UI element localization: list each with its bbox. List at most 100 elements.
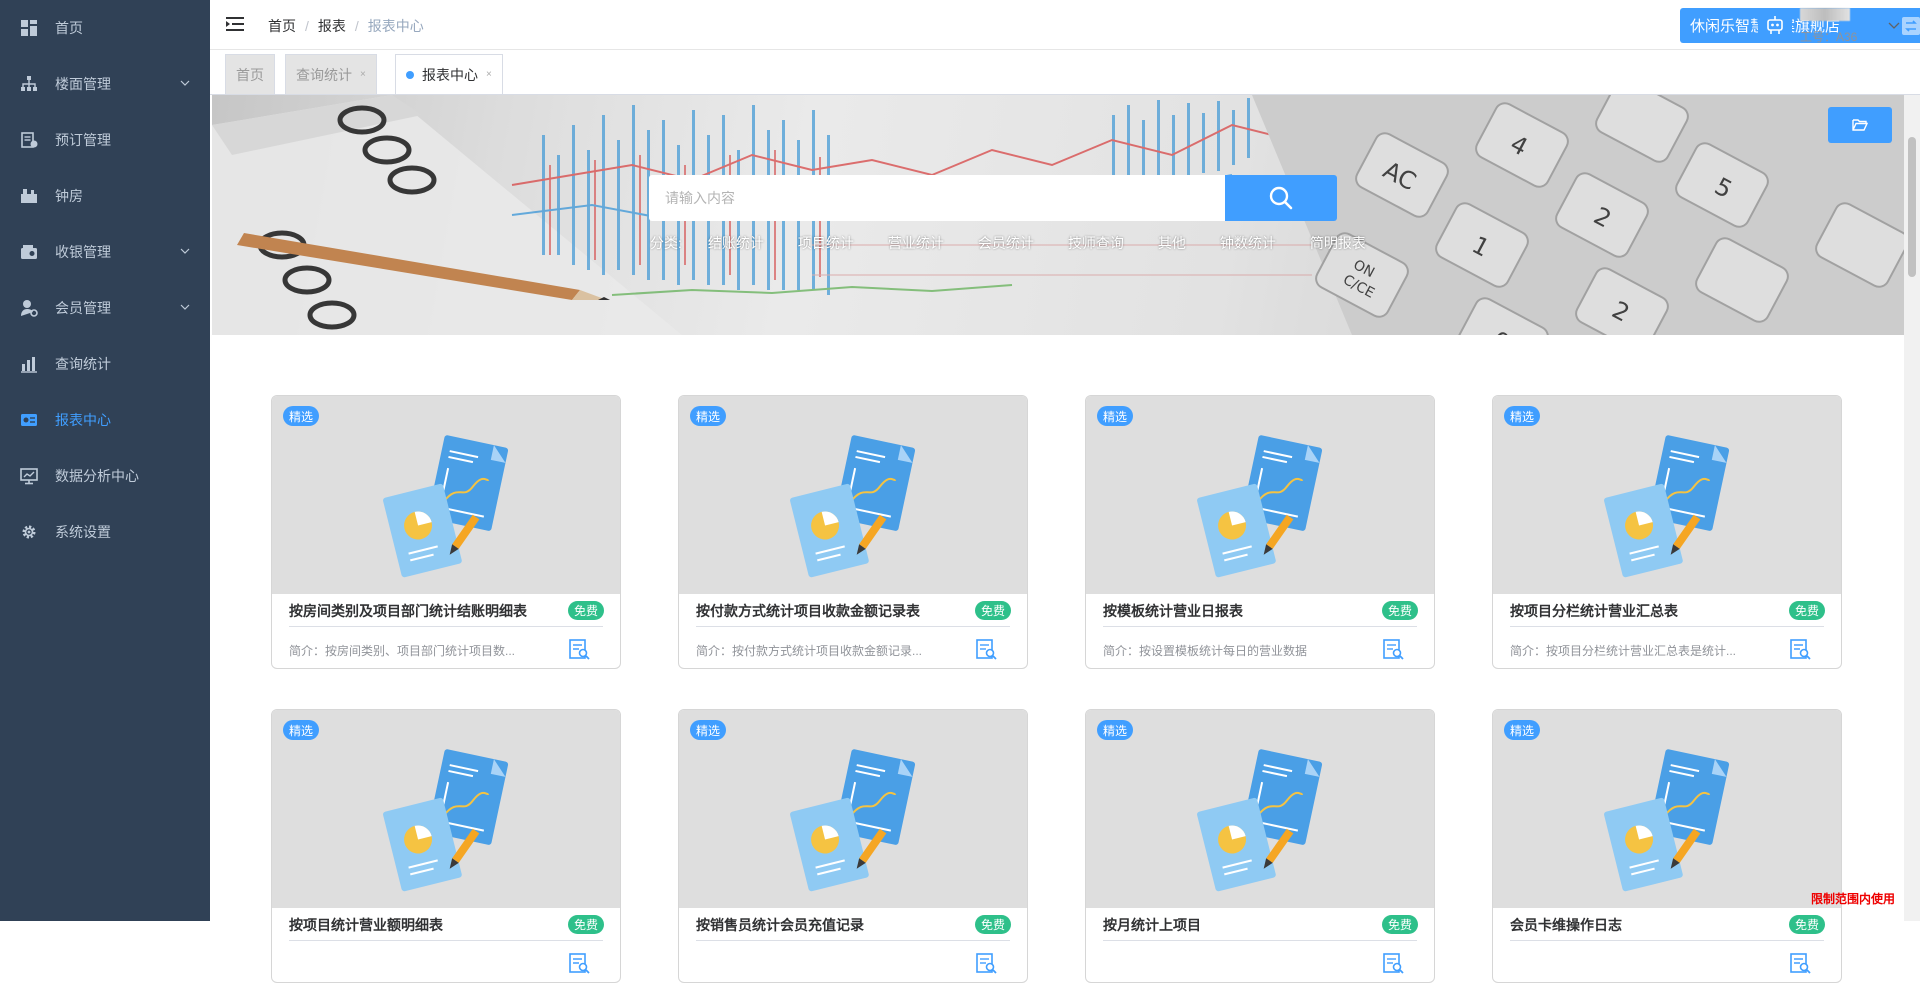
breadcrumb-item[interactable]: 首页 bbox=[268, 16, 296, 36]
category-label: 分类: bbox=[650, 235, 682, 251]
sidebar-item-label: 楼面管理 bbox=[55, 76, 111, 92]
report-illustration-icon bbox=[383, 435, 509, 578]
folder-button[interactable] bbox=[1828, 107, 1892, 143]
sidebar-item-3[interactable]: 钟房 bbox=[0, 168, 210, 224]
dashboard-icon bbox=[20, 19, 38, 37]
view-report-icon[interactable] bbox=[1382, 638, 1404, 660]
report-card[interactable]: 精选 按项目分栏统计营业汇总表 免费 简介：按项目分栏统计营业汇总表是统计... bbox=[1492, 395, 1842, 669]
category-item[interactable]: 营业统计 bbox=[888, 233, 944, 253]
close-icon[interactable]: × bbox=[360, 69, 366, 80]
close-icon[interactable]: × bbox=[486, 69, 492, 80]
stats-icon bbox=[20, 355, 38, 373]
top-navbar: 首页 / 报表 / 报表中心 休闲乐智慧方案旗舰店 工号：A36 bbox=[210, 0, 1920, 50]
report-card[interactable]: 精选 按销售员统计会员充值记录 免费 bbox=[678, 709, 1028, 983]
chevron-down-icon bbox=[1888, 22, 1900, 29]
category-item[interactable]: 技师查询 bbox=[1068, 233, 1124, 253]
free-badge: 免费 bbox=[1381, 915, 1418, 934]
featured-badge: 精选 bbox=[1097, 720, 1134, 740]
card-illustration bbox=[1194, 430, 1324, 585]
tab-label: 报表中心 bbox=[422, 66, 478, 83]
tab-label: 查询统计 bbox=[296, 66, 352, 83]
sidebar-item-8[interactable]: 数据分析中心 bbox=[0, 448, 210, 504]
sidebar-item-9[interactable]: 系统设置 bbox=[0, 504, 210, 560]
report-illustration-icon bbox=[383, 749, 509, 892]
view-report-icon[interactable] bbox=[975, 952, 997, 974]
booking-icon bbox=[20, 131, 38, 149]
card-description: 简介：按付款方式统计项目收款金额记录... bbox=[696, 644, 923, 658]
report-card[interactable]: 精选 会员卡维操作日志 免费 bbox=[1492, 709, 1842, 983]
category-item[interactable]: 会员统计 bbox=[978, 233, 1034, 253]
category-item[interactable]: 结账统计 bbox=[708, 233, 764, 253]
free-badge: 免费 bbox=[1381, 601, 1418, 620]
view-report-icon[interactable] bbox=[568, 952, 590, 974]
hamburger-icon[interactable] bbox=[226, 16, 244, 32]
category-item[interactable]: 其他 bbox=[1158, 233, 1186, 253]
category-item[interactable]: 简明报表 bbox=[1310, 233, 1366, 253]
view-report-icon[interactable] bbox=[1789, 638, 1811, 660]
sidebar-item-2[interactable]: 预订管理 bbox=[0, 112, 210, 168]
card-title: 按房间类别及项目部门统计结账明细表 bbox=[289, 603, 527, 619]
report-icon bbox=[20, 411, 38, 429]
free-badge: 免费 bbox=[567, 915, 604, 934]
cashier-icon bbox=[20, 243, 38, 261]
search-button[interactable] bbox=[1225, 175, 1337, 221]
report-card[interactable]: 精选 按项目统计营业额明细表 免费 bbox=[271, 709, 621, 983]
card-title: 按模板统计营业日报表 bbox=[1103, 603, 1243, 619]
featured-badge: 精选 bbox=[1504, 406, 1541, 426]
category-item[interactable]: 钟数统计 bbox=[1220, 233, 1276, 253]
breadcrumb: 首页 / 报表 / 报表中心 bbox=[268, 16, 424, 36]
view-report-icon[interactable] bbox=[568, 638, 590, 660]
sidebar-item-0[interactable]: 首页 bbox=[0, 0, 210, 56]
card-illustration bbox=[1194, 744, 1324, 899]
user-menu[interactable]: 工号：A36 bbox=[1758, 6, 1918, 46]
sitemap-icon bbox=[20, 75, 38, 93]
breadcrumb-item[interactable]: 报表 bbox=[318, 16, 346, 36]
scrollbar-thumb[interactable] bbox=[1908, 137, 1916, 277]
breadcrumb-separator: / bbox=[305, 18, 309, 34]
report-card[interactable]: 精选 按房间类别及项目部门统计结账明细表 免费 简介：按房间类别、项目部门统计项目数.… bbox=[271, 395, 621, 669]
view-report-icon[interactable] bbox=[1382, 952, 1404, 974]
sidebar-item-6[interactable]: 查询统计 bbox=[0, 336, 210, 392]
divider bbox=[1103, 940, 1417, 941]
breadcrumb-separator: / bbox=[354, 18, 359, 34]
card-title: 会员卡维操作日志 bbox=[1510, 917, 1622, 933]
divider bbox=[696, 940, 1010, 941]
search-input[interactable]: 请输入内容 bbox=[649, 175, 1225, 221]
chevron-down-icon bbox=[180, 80, 190, 86]
featured-badge: 精选 bbox=[690, 720, 727, 740]
featured-badge: 精选 bbox=[1504, 720, 1541, 740]
page-scrollbar[interactable] bbox=[1904, 95, 1920, 921]
sidebar-item-label: 查询统计 bbox=[55, 356, 111, 372]
user-name-blurred bbox=[1800, 8, 1850, 21]
avatar bbox=[1758, 8, 1792, 42]
card-title: 按月统计上项目 bbox=[1103, 917, 1201, 933]
divider bbox=[1103, 626, 1417, 627]
view-report-icon[interactable] bbox=[1789, 952, 1811, 974]
sidebar-item-5[interactable]: 会员管理 bbox=[0, 280, 210, 336]
card-description: 简介：按设置模板统计每日的营业数据 bbox=[1103, 644, 1308, 658]
card-illustration bbox=[1601, 744, 1731, 899]
sidebar-item-label: 首页 bbox=[55, 20, 83, 36]
chevron-down-icon bbox=[180, 248, 190, 254]
tab-home[interactable]: 首页 bbox=[225, 54, 275, 94]
free-badge: 免费 bbox=[567, 601, 604, 620]
search-icon bbox=[1269, 186, 1293, 210]
report-card[interactable]: 精选按月统计上项目 免费 bbox=[1085, 709, 1435, 983]
tab-query-stats[interactable]: 查询统计 × bbox=[285, 54, 377, 94]
free-badge: 免费 bbox=[974, 915, 1011, 934]
card-title: 按付款方式统计项目收款金额记录表 bbox=[696, 603, 920, 619]
active-dot bbox=[406, 70, 414, 79]
category-item[interactable]: 项目统计 bbox=[798, 233, 854, 253]
sidebar-item-7[interactable]: 报表中心 bbox=[0, 392, 210, 448]
view-report-icon[interactable] bbox=[975, 638, 997, 660]
search-placeholder: 请输入内容 bbox=[665, 190, 735, 206]
sidebar-item-label: 会员管理 bbox=[55, 300, 111, 316]
report-banner: AC 4 ON C/CE 1 2 5 0 2 请输入内容 分类: 结账统计项目统… bbox=[212, 95, 1904, 335]
report-illustration-icon bbox=[1197, 435, 1323, 578]
tab-report-center[interactable]: 报表中心 × bbox=[395, 54, 503, 94]
report-card[interactable]: 精选 按模板统计营业日报表 免费 简介：按设置模板统计每日的营业数据 bbox=[1085, 395, 1435, 669]
sidebar-item-1[interactable]: 楼面管理 bbox=[0, 56, 210, 112]
report-card[interactable]: 精选 按付款方式统计项目收款金额记录表 免费 简介：按付款方式统计项目收款金额记录..… bbox=[678, 395, 1028, 669]
robot-avatar-icon bbox=[1767, 16, 1783, 34]
sidebar-item-4[interactable]: 收银管理 bbox=[0, 224, 210, 280]
